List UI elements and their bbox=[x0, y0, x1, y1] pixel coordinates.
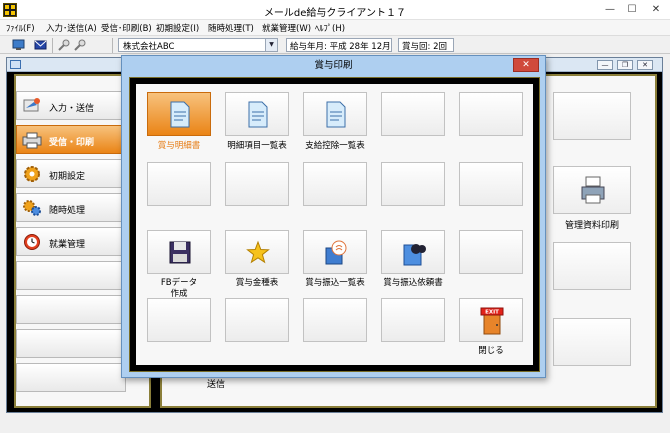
bank-transfer-icon bbox=[325, 240, 347, 265]
empty-tile bbox=[225, 162, 289, 206]
content-empty-button bbox=[553, 318, 631, 366]
sidebar-empty-button bbox=[16, 363, 126, 392]
sidebar-empty-button bbox=[16, 295, 126, 324]
sidebar-item-label: 随時処理 bbox=[49, 206, 86, 216]
monitor-icon[interactable] bbox=[12, 39, 25, 51]
empty-tile bbox=[147, 298, 211, 342]
gear-icon bbox=[24, 166, 40, 182]
printer-icon bbox=[581, 176, 605, 204]
empty-tile bbox=[459, 92, 523, 136]
menu-initial-settings[interactable]: 初期設定(I) bbox=[156, 22, 199, 34]
sidebar-item-label: 初期設定 bbox=[49, 172, 86, 182]
bonus-print-dialog: 賞与印刷 ✕ 賞与明細書 明細項目一覧表 支給控除一覧表 FBデータ 作成 賞与… bbox=[121, 55, 546, 378]
maximize-button[interactable]: ☐ bbox=[622, 2, 642, 17]
company-select[interactable]: 株式会社ABC ▼ bbox=[118, 38, 278, 52]
empty-tile bbox=[459, 230, 523, 274]
title-bar: メールde給与クライアント１７ — ☐ ✕ bbox=[0, 0, 670, 20]
document-icon bbox=[170, 101, 190, 128]
deduction-list-label: 支給控除一覧表 bbox=[305, 141, 365, 151]
chevron-down-icon[interactable]: ▼ bbox=[265, 39, 277, 51]
exit-door-icon: EXIT bbox=[480, 307, 504, 335]
content-empty-button bbox=[553, 92, 631, 140]
window-title: メールde給与クライアント１７ bbox=[263, 8, 407, 19]
sidebar-empty-button bbox=[16, 261, 126, 290]
transfer-list-button[interactable] bbox=[303, 230, 367, 274]
child-close-button[interactable]: ✕ bbox=[637, 60, 653, 70]
sidebar-item-label: 就業管理 bbox=[49, 240, 86, 250]
document-icon bbox=[326, 101, 346, 128]
close-dialog-button[interactable]: EXIT bbox=[459, 298, 523, 342]
report-print-label: 管理資料印刷 bbox=[564, 221, 619, 231]
child-minimize-button[interactable]: — bbox=[597, 60, 613, 70]
content-empty-button bbox=[553, 242, 631, 290]
menu-adhoc[interactable]: 随時処理(T) bbox=[208, 22, 254, 34]
dialog-body: 賞与明細書 明細項目一覧表 支給控除一覧表 FBデータ 作成 賞与金種表 賞与振… bbox=[129, 77, 540, 372]
document-icon bbox=[248, 101, 268, 128]
minimize-button[interactable]: — bbox=[600, 2, 620, 17]
child-restore-button[interactable]: ❐ bbox=[617, 60, 633, 70]
empty-tile bbox=[459, 162, 523, 206]
menu-receive-print[interactable]: 受信･印刷(B) bbox=[101, 22, 152, 34]
sidebar-item-adhoc[interactable]: 随時処理 bbox=[16, 193, 126, 222]
menu-bar: ﾌｧｲﾙ(F) 入力･送信(A) 受信･印刷(B) 初期設定(I) 随時処理(T… bbox=[0, 20, 670, 35]
report-print-button[interactable] bbox=[553, 166, 631, 214]
floppy-disk-icon bbox=[169, 241, 191, 264]
clock-icon bbox=[24, 234, 40, 250]
bonus-count-field: 賞与回: 2回 bbox=[398, 38, 454, 52]
transfer-request-button[interactable] bbox=[381, 230, 445, 274]
gears-icon bbox=[23, 200, 41, 216]
window-icon bbox=[10, 60, 21, 69]
menu-work-management[interactable]: 就業管理(W) bbox=[262, 22, 311, 34]
denomination-table-button[interactable] bbox=[225, 230, 289, 274]
sidebar-item-receive-print[interactable]: 受信・印刷 bbox=[16, 125, 126, 154]
item-list-button[interactable] bbox=[225, 92, 289, 136]
envelope-icon[interactable] bbox=[34, 39, 47, 51]
sidebar-item-label: 受信・印刷 bbox=[49, 138, 95, 148]
close-dialog-label: 閉じる bbox=[478, 346, 504, 356]
sidebar-item-initial-settings[interactable]: 初期設定 bbox=[16, 159, 126, 188]
menu-file[interactable]: ﾌｧｲﾙ(F) bbox=[6, 22, 35, 34]
fb-data-button[interactable] bbox=[147, 230, 211, 274]
dialog-content: 賞与明細書 明細項目一覧表 支給控除一覧表 FBデータ 作成 賞与金種表 賞与振… bbox=[136, 84, 533, 365]
input-send-icon bbox=[23, 98, 40, 112]
zoom-in-icon[interactable] bbox=[58, 39, 71, 51]
empty-tile bbox=[303, 162, 367, 206]
quote-document-icon bbox=[403, 244, 426, 266]
menu-input-send[interactable]: 入力･送信(A) bbox=[46, 22, 97, 34]
empty-tile bbox=[381, 298, 445, 342]
receive-print-icon bbox=[22, 132, 42, 149]
empty-tile bbox=[381, 162, 445, 206]
dialog-close-button[interactable]: ✕ bbox=[513, 58, 539, 72]
menu-help[interactable]: ﾍﾙﾌﾟ(H) bbox=[315, 22, 345, 34]
empty-tile bbox=[381, 92, 445, 136]
sidebar-item-input-send[interactable]: 入力・送信 bbox=[16, 91, 126, 120]
empty-tile bbox=[225, 298, 289, 342]
close-window-button[interactable]: ✕ bbox=[646, 2, 666, 17]
company-name: 株式会社ABC bbox=[123, 42, 175, 52]
sidebar-empty-button bbox=[16, 329, 126, 358]
star-icon bbox=[246, 240, 270, 264]
bonus-statement-button[interactable] bbox=[147, 92, 211, 136]
fb-data-label-line1: FBデータ bbox=[160, 278, 198, 288]
empty-tile bbox=[147, 162, 211, 206]
send-label: 送信 bbox=[207, 380, 226, 390]
sidebar-item-work-management[interactable]: 就業管理 bbox=[16, 227, 126, 256]
empty-tile bbox=[303, 298, 367, 342]
deduction-list-button[interactable] bbox=[303, 92, 367, 136]
transfer-request-label: 賞与振込依頼書 bbox=[383, 278, 443, 288]
zoom-out-icon[interactable] bbox=[74, 39, 87, 51]
exit-badge-text: EXIT bbox=[485, 310, 499, 316]
payroll-month-field: 給与年月: 平成 28年 12月 bbox=[286, 38, 392, 52]
dialog-title: 賞与印刷 bbox=[314, 60, 353, 71]
sidebar-item-label: 入力・送信 bbox=[49, 104, 95, 114]
toolbar: 株式会社ABC ▼ 給与年月: 平成 28年 12月 賞与回: 2回 bbox=[0, 35, 670, 54]
